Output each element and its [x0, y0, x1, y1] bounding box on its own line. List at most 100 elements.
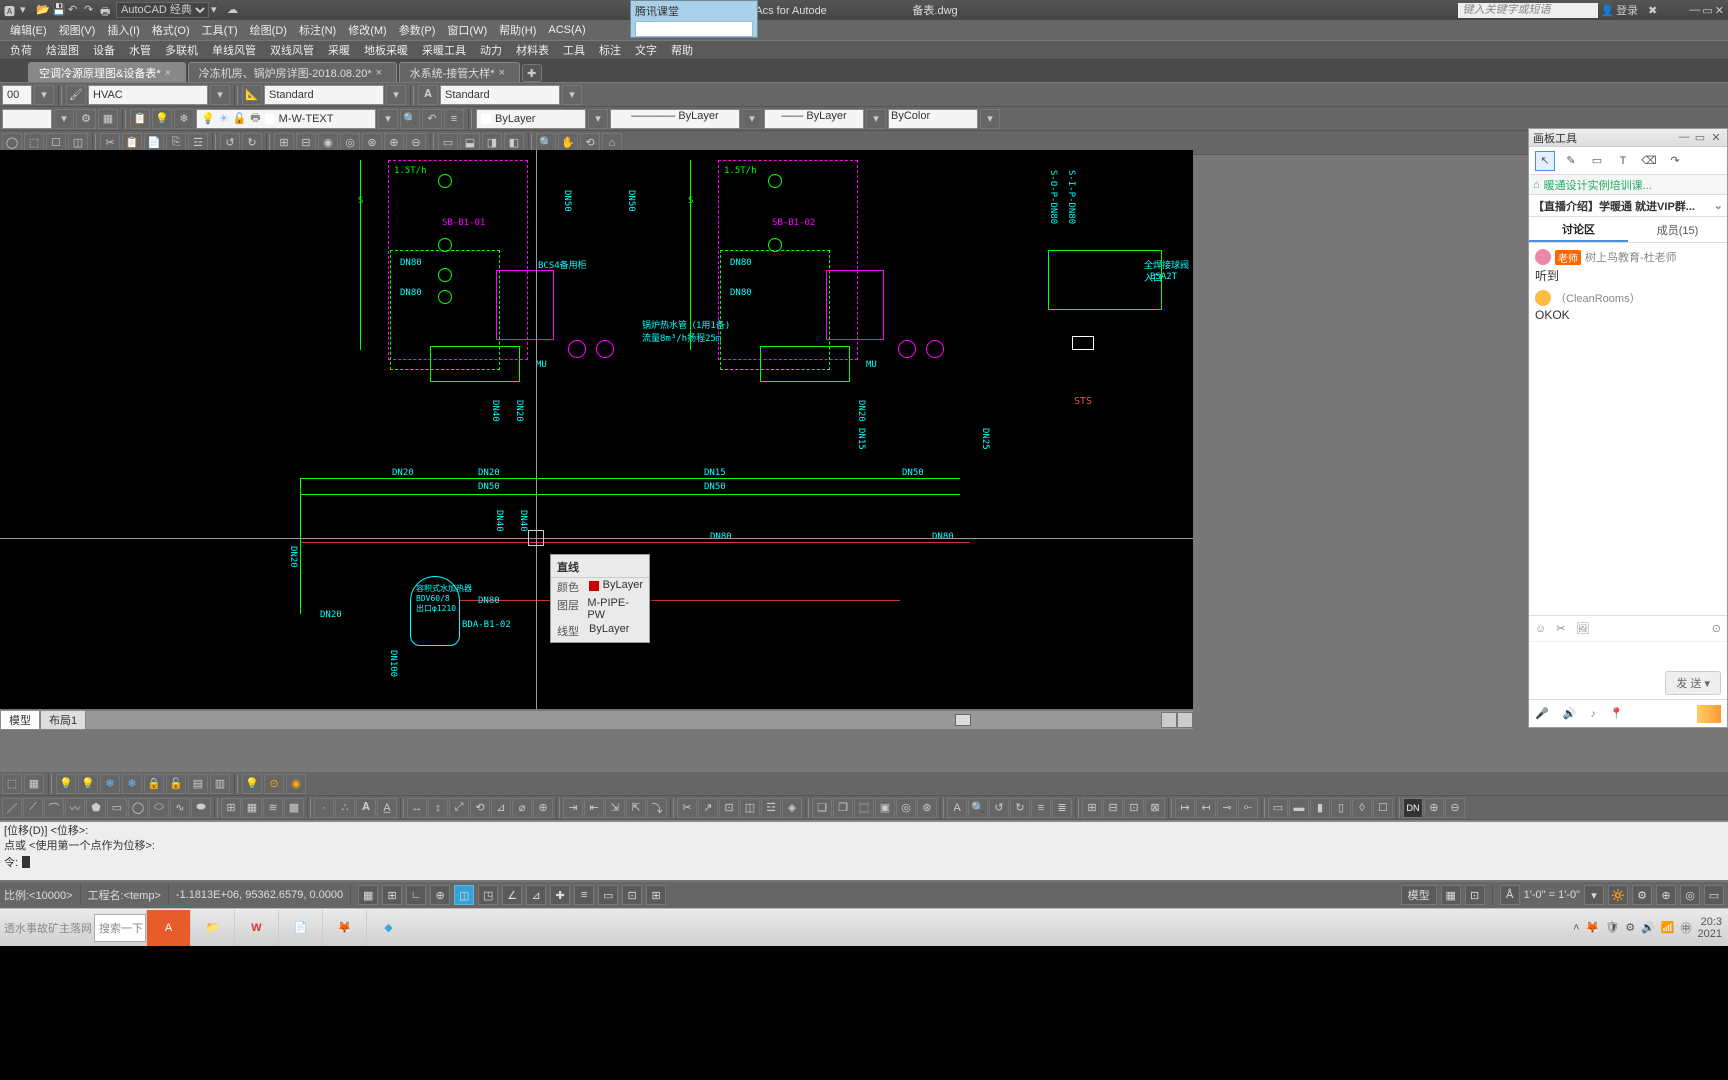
toggle-qp[interactable]: ⊡ — [622, 885, 642, 905]
toggle-ducs[interactable]: ⊿ — [526, 885, 546, 905]
close-icon[interactable]: ✕ — [1715, 4, 1724, 17]
tool-icon[interactable]: ⊞ — [221, 798, 241, 818]
tb-undo-icon[interactable]: ↶ — [68, 3, 82, 17]
menu-acs[interactable]: ACS(A) — [544, 22, 589, 38]
tray-up-icon[interactable]: ˄ — [1573, 922, 1579, 934]
layer-match-icon[interactable]: ≡ — [444, 109, 464, 129]
tool-icon[interactable]: ⇱ — [626, 798, 646, 818]
tool-icon[interactable]: 💡 — [56, 774, 76, 794]
tool-icon[interactable]: ⌀ — [512, 798, 532, 818]
exchange-icon[interactable]: ✖ — [1648, 4, 1657, 17]
layout-tab-layout1[interactable]: 布局1 — [40, 710, 86, 730]
toggle-ortho[interactable]: ∟ — [406, 885, 426, 905]
tool-icon[interactable]: ↗ — [698, 798, 718, 818]
disc-duct2[interactable]: 双线风管 — [266, 40, 318, 60]
toggle-icon[interactable]: ◎ — [1680, 885, 1700, 905]
help-search[interactable]: 键入关键字或短语 — [1458, 3, 1598, 18]
max-icon[interactable]: ▭ — [1702, 4, 1712, 17]
tool-icon[interactable]: 💡 — [242, 774, 262, 794]
tray-icon[interactable]: 📶 — [1661, 921, 1675, 934]
emoji-icon[interactable]: ☺ — [1535, 623, 1546, 635]
disc-duct1[interactable]: 单线风管 — [208, 40, 260, 60]
linetype-combo[interactable]: ———— ByLayer — [610, 109, 740, 129]
tool-icon[interactable]: 💡 — [78, 774, 98, 794]
tool-icon[interactable]: ◯ — [128, 798, 148, 818]
tool-icon[interactable]: ⤵ — [647, 798, 667, 818]
tool-icon[interactable]: ⊕ — [1424, 798, 1444, 818]
tool-icon[interactable]: ☲ — [761, 798, 781, 818]
toggle-icon[interactable]: ⚙ — [1632, 885, 1652, 905]
tool-icon[interactable]: ↺ — [989, 798, 1009, 818]
dropdown-icon[interactable]: ▾ — [980, 109, 1000, 129]
toggle-icon[interactable]: ⊕ — [1656, 885, 1676, 905]
doc-tab-2[interactable]: 冷冻机房、锅炉房详图-2018.08.20*× — [188, 62, 397, 82]
toggle-otrack[interactable]: ∠ — [502, 885, 522, 905]
tool-icon[interactable]: 🔍 — [968, 798, 988, 818]
chevron-down-icon[interactable]: ⌄ — [1714, 199, 1723, 212]
tool-icon[interactable]: ❏ — [812, 798, 832, 818]
panel-breadcrumb[interactable]: ⌂ 暖通设计实例培训课... — [1529, 175, 1727, 195]
tool-icon[interactable]: ↔ — [407, 798, 427, 818]
tool-icon[interactable]: ▯ — [1331, 798, 1351, 818]
scroll-thumb[interactable] — [955, 714, 971, 726]
tool-icon[interactable]: ⟲ — [470, 798, 490, 818]
tab-close-icon[interactable]: × — [376, 67, 386, 79]
tray-icon[interactable]: ⚙ — [1625, 921, 1635, 934]
tool-icon[interactable]: ⬭ — [149, 798, 169, 818]
menu-parametric[interactable]: 参数(P) — [395, 20, 440, 40]
dropdown-icon[interactable]: ▾ — [34, 85, 54, 105]
tencent-classroom-overlay[interactable]: 腾讯课堂 — [630, 0, 758, 38]
toggle-snap[interactable]: ▦ — [358, 885, 378, 905]
disc-material[interactable]: 材料表 — [512, 40, 553, 60]
disc-vrf[interactable]: 多联机 — [161, 40, 202, 60]
tool-icon[interactable]: ⊞ — [1082, 798, 1102, 818]
tool-icon[interactable]: A̲ — [377, 798, 397, 818]
layout-tab-model[interactable]: 模型 — [0, 710, 40, 730]
toggle-icon[interactable]: 🔆 — [1608, 885, 1628, 905]
tool-icon[interactable]: ▦ — [24, 774, 44, 794]
layer-prev-icon[interactable]: ↶ — [422, 109, 442, 129]
disc-text[interactable]: 文字 — [631, 40, 661, 60]
command-line[interactable]: [位移(D)] <位移>: 点或 <使用第一个点作为位移>: 令: — [0, 820, 1728, 880]
tool-icon[interactable]: ∴ — [335, 798, 355, 818]
toggle-polar[interactable]: ⊕ — [430, 885, 450, 905]
tool-icon[interactable]: ⟜ — [1238, 798, 1258, 818]
tb-redo-icon[interactable]: ↷ — [84, 3, 98, 17]
taskbar-app-explorer[interactable]: 📁 — [190, 910, 234, 946]
menu-tools[interactable]: 工具(T) — [198, 20, 242, 40]
tool-icon[interactable]: 🔒 — [144, 774, 164, 794]
menu-dimension[interactable]: 标注(N) — [295, 20, 340, 40]
tool-icon[interactable]: DN — [1403, 798, 1423, 818]
tool-pencil-icon[interactable]: ✎ — [1561, 151, 1581, 171]
tool-icon[interactable]: ⇥ — [563, 798, 583, 818]
tool-icon[interactable]: ≋ — [263, 798, 283, 818]
drawing-viewport[interactable]: 1.5T/h SB-B1-01 DN80 DN80 S BCS4备用柜 锅炉热水… — [0, 150, 1193, 709]
scale-combo[interactable]: 00 — [2, 85, 32, 105]
disc-waterpipe[interactable]: 水管 — [125, 40, 155, 60]
dropdown-icon[interactable]: ▾ — [210, 85, 230, 105]
dropdown-icon[interactable]: ▾ — [54, 109, 74, 129]
menu-view[interactable]: 视图(V) — [55, 20, 100, 40]
settings-icon[interactable]: ⊙ — [1712, 622, 1721, 635]
textstyle-combo[interactable]: Standard — [440, 85, 560, 105]
disc-tools[interactable]: 工具 — [559, 40, 589, 60]
tool-icon[interactable]: ↻ — [1010, 798, 1030, 818]
tencent-input[interactable] — [635, 21, 753, 37]
tab-discussion[interactable]: 讨论区 — [1529, 217, 1628, 242]
tb-cloud-icon[interactable]: ☁ — [227, 3, 241, 17]
menu-draw[interactable]: 绘图(D) — [246, 20, 291, 40]
tool-icon[interactable]: 𝐀 — [356, 798, 376, 818]
horizontal-scrollbar[interactable]: ◂ ▸ — [0, 711, 1193, 729]
tb-ws-icon[interactable]: ▾ — [211, 3, 225, 17]
tab-members[interactable]: 成员(15) — [1628, 217, 1727, 242]
tab-close-icon[interactable]: × — [499, 67, 509, 79]
menu-edit[interactable]: 编辑(E) — [6, 20, 51, 40]
disc-psychro[interactable]: 焓湿图 — [42, 40, 83, 60]
layer-state-icon[interactable]: 💡 — [152, 109, 172, 129]
tool-icon[interactable]: ⌒ — [44, 798, 64, 818]
disc-equip[interactable]: 设备 — [89, 40, 119, 60]
layer-iso-icon[interactable]: 🔍 — [400, 109, 420, 129]
annoscale-icon[interactable]: Å — [1500, 885, 1520, 905]
tool-icon[interactable]: ◫ — [740, 798, 760, 818]
panel-min-icon[interactable]: — — [1677, 131, 1691, 144]
